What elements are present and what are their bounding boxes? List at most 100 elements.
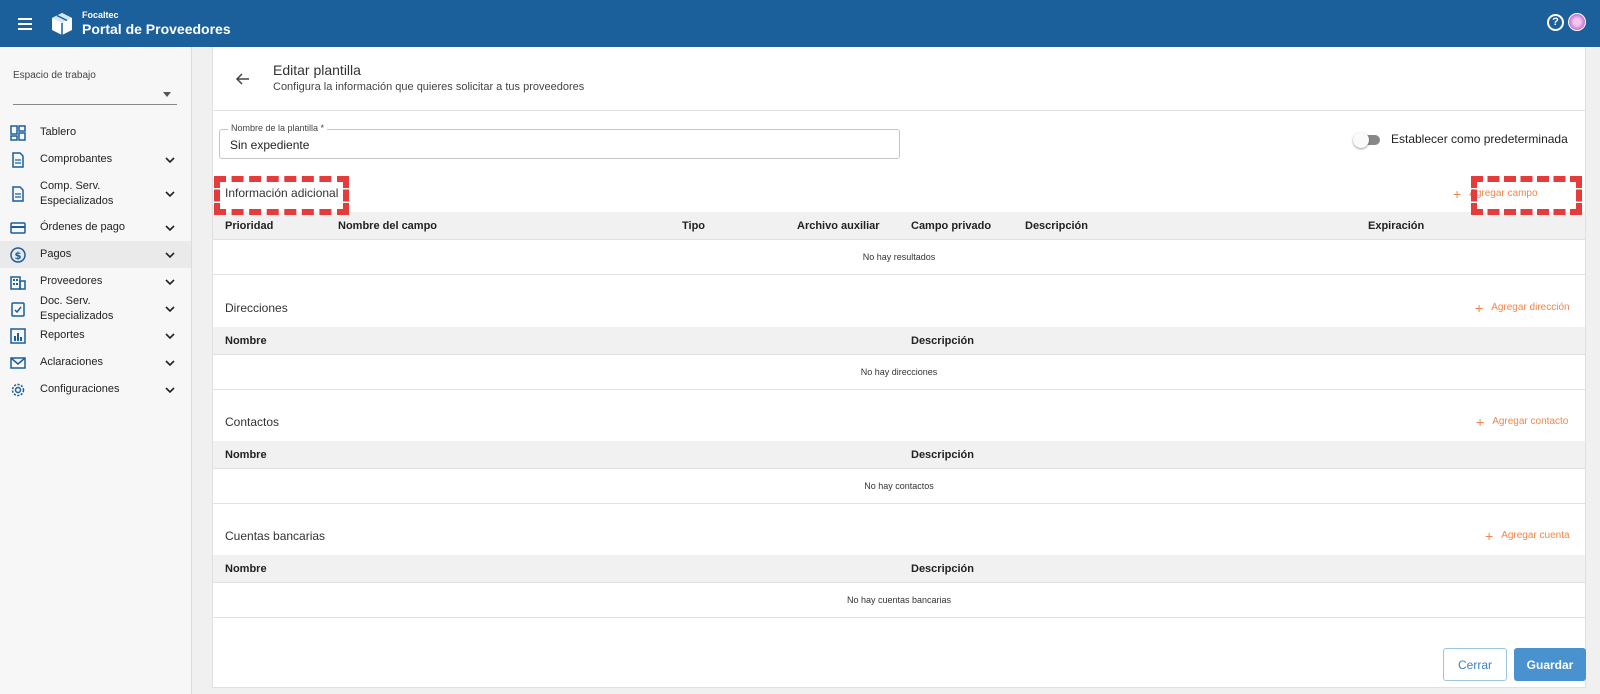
chevron-down-icon	[165, 156, 175, 163]
sidebar-item-label: Doc. Serv. Especializados	[40, 294, 114, 322]
info-table-header: Prioridad Nombre del campo Tipo Archivo …	[213, 212, 1585, 240]
workspace-label: Espacio de trabajo	[13, 70, 96, 81]
empty-state: No hay direcciones	[213, 355, 1585, 390]
add-account-label: Agregar cuenta	[1501, 530, 1570, 541]
sidebar-item-label: Tablero	[40, 126, 77, 138]
workspace-select[interactable]	[13, 87, 177, 105]
empty-state: No hay cuentas bancarias	[213, 583, 1585, 618]
plus-icon: +	[1475, 299, 1484, 316]
sidebar-nav: Tablero Comprobantes Comp. Serv. Especia…	[0, 119, 191, 403]
section-title-addresses: Direcciones	[225, 301, 288, 315]
column-header[interactable]: Descripción	[911, 563, 974, 575]
sidebar-item-label: Comp. Serv. Especializados	[40, 179, 114, 207]
add-contact-button[interactable]: + Agregar contacto	[1476, 413, 1569, 430]
add-address-button[interactable]: + Agregar dirección	[1475, 299, 1570, 316]
help-icon[interactable]: ?	[1547, 13, 1564, 31]
sidebar-item-label: Proveedores	[40, 275, 103, 287]
sidebar: Espacio de trabajo Tablero Comprobantes	[0, 47, 192, 694]
column-header[interactable]: Descripción	[911, 449, 974, 461]
sidebar-item-label: Comprobantes	[40, 153, 113, 165]
highlight-add-field	[1471, 176, 1582, 215]
chart-icon	[10, 327, 26, 344]
sidebar-item-ordenes-de-pago[interactable]: Órdenes de pago	[0, 214, 191, 241]
default-toggle-label: Establecer como predeterminada	[1391, 132, 1568, 146]
sidebar-item-doc-serv-especializados[interactable]: Doc. Serv. Especializados	[0, 295, 191, 322]
svg-text:$: $	[15, 251, 22, 262]
toggle-thumb	[1353, 132, 1369, 148]
empty-state: No hay contactos	[213, 469, 1585, 504]
accounts-table-header: Nombre Descripción	[213, 555, 1585, 583]
chevron-down-icon	[165, 278, 175, 285]
sidebar-item-label: Reportes	[40, 329, 85, 341]
column-header[interactable]: Campo privado	[911, 220, 991, 232]
chevron-down-icon	[165, 332, 175, 339]
chevron-down-icon	[165, 359, 175, 366]
plus-icon: +	[1453, 185, 1462, 202]
highlight-info-section	[214, 176, 349, 215]
page-title: Editar plantilla	[273, 62, 361, 78]
column-header[interactable]: Nombre del campo	[338, 220, 437, 232]
column-header[interactable]: Nombre	[225, 563, 267, 575]
sidebar-item-comprobantes[interactable]: Comprobantes	[0, 146, 191, 173]
close-button[interactable]: Cerrar	[1443, 648, 1507, 681]
menu-button[interactable]	[0, 0, 50, 47]
dashboard-icon	[10, 124, 26, 141]
default-toggle[interactable]	[1353, 132, 1381, 148]
sidebar-item-label: Órdenes de pago	[40, 221, 126, 233]
brand[interactable]: Focaltec Portal de Proveedores	[50, 11, 231, 36]
hamburger-icon	[18, 17, 32, 30]
sidebar-item-tablero[interactable]: Tablero	[0, 119, 191, 146]
back-arrow-icon[interactable]	[235, 71, 251, 87]
brand-title: Portal de Proveedores	[82, 21, 231, 37]
sidebar-item-reportes[interactable]: Reportes	[0, 322, 191, 349]
gear-icon	[11, 383, 25, 396]
sidebar-item-aclaraciones[interactable]: Aclaraciones	[0, 349, 191, 376]
sidebar-item-label: Pagos	[40, 248, 72, 260]
section-title-contacts: Contactos	[225, 415, 280, 429]
plus-icon: +	[1485, 527, 1494, 544]
save-button[interactable]: Guardar	[1514, 648, 1586, 681]
header-divider	[213, 110, 1585, 111]
sidebar-item-pagos[interactable]: $ Pagos	[0, 241, 191, 268]
add-account-button[interactable]: + Agregar cuenta	[1485, 527, 1570, 544]
document-icon	[12, 151, 24, 168]
contacts-table-header: Nombre Descripción	[213, 441, 1585, 469]
building-icon	[10, 275, 26, 290]
column-header[interactable]: Descripción	[1025, 220, 1088, 232]
sidebar-item-proveedores[interactable]: Proveedores	[0, 268, 191, 295]
column-header[interactable]: Nombre	[225, 335, 267, 347]
template-name-field[interactable]: Nombre de la plantilla * Sin expediente	[219, 123, 900, 159]
edit-template-card: Editar plantilla Configura la informació…	[212, 47, 1586, 688]
empty-state: No hay resultados	[213, 240, 1585, 275]
sidebar-item-configuraciones[interactable]: Configuraciones	[0, 376, 191, 403]
column-header[interactable]: Expiración	[1368, 220, 1424, 232]
template-name-value: Sin expediente	[230, 138, 310, 152]
column-header[interactable]: Nombre	[225, 449, 267, 461]
sidebar-item-label: Aclaraciones	[40, 356, 103, 368]
mail-icon	[10, 356, 26, 369]
add-address-label: Agregar dirección	[1491, 302, 1570, 313]
chevron-down-icon	[165, 190, 175, 197]
box-logo-icon	[52, 12, 72, 35]
plus-icon: +	[1476, 413, 1485, 430]
column-header[interactable]: Archivo auxiliar	[797, 220, 880, 232]
column-header[interactable]: Tipo	[682, 220, 705, 232]
add-contact-label: Agregar contacto	[1492, 416, 1569, 427]
section-title-accounts: Cuentas bancarias	[225, 529, 326, 543]
brand-company: Focaltec	[82, 10, 119, 20]
top-app-bar: Focaltec Portal de Proveedores ?	[0, 0, 1600, 47]
avatar[interactable]	[1568, 13, 1586, 31]
checklist-icon	[11, 301, 25, 317]
column-header[interactable]: Descripción	[911, 335, 974, 347]
dollar-icon: $	[10, 246, 26, 263]
chevron-down-icon	[165, 305, 175, 312]
chevron-down-icon	[165, 386, 175, 393]
dropdown-caret-icon	[163, 92, 171, 97]
column-header[interactable]: Prioridad	[225, 220, 273, 232]
template-name-label: Nombre de la plantilla *	[228, 123, 328, 133]
sidebar-item-comp-serv-especializados[interactable]: Comp. Serv. Especializados	[0, 173, 191, 214]
document-icon	[12, 185, 24, 202]
card-icon	[10, 221, 26, 234]
sidebar-item-label: Configuraciones	[40, 383, 120, 395]
addresses-table-header: Nombre Descripción	[213, 327, 1585, 355]
